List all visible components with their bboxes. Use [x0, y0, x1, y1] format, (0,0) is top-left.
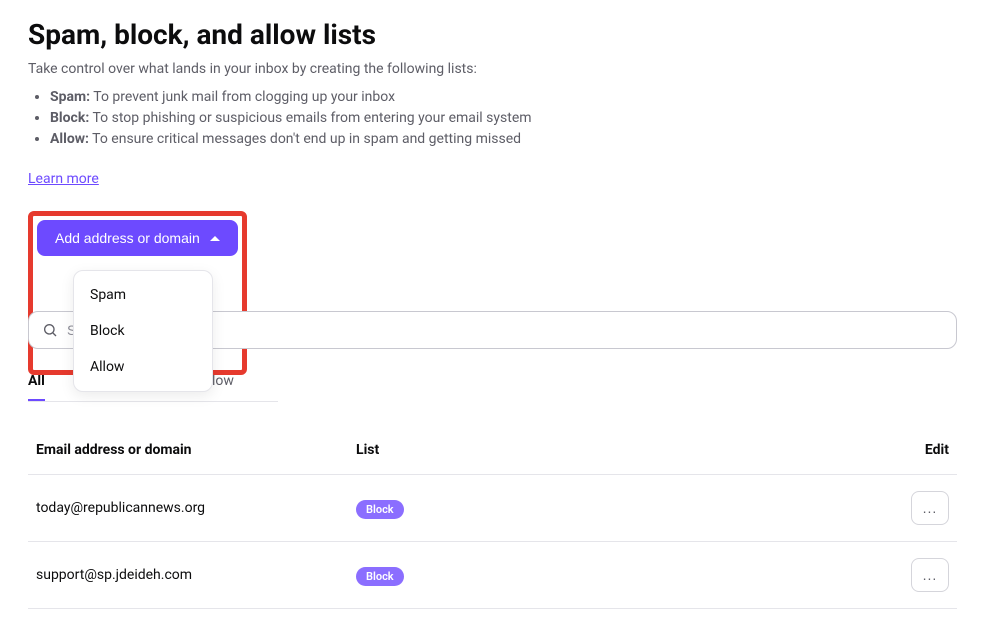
page-title: Spam, block, and allow lists: [28, 18, 957, 51]
search-icon: [42, 322, 58, 338]
learn-more-link[interactable]: Learn more: [28, 171, 99, 187]
edit-button[interactable]: ...: [911, 491, 949, 525]
th-edit: Edit: [869, 442, 949, 458]
td-edit: ...: [869, 491, 949, 525]
dropdown-item-block[interactable]: Block: [74, 313, 212, 349]
definition-block: Block: To stop phishing or suspicious em…: [50, 108, 957, 129]
definition-spam: Spam: To prevent junk mail from clogging…: [50, 87, 957, 108]
add-address-button[interactable]: Add address or domain: [37, 220, 238, 256]
td-list: Block: [356, 565, 869, 586]
definition-desc: To stop phishing or suspicious emails fr…: [89, 110, 531, 126]
th-email: Email address or domain: [36, 442, 356, 458]
caret-up-icon: [210, 236, 220, 241]
definition-term: Spam:: [50, 89, 90, 105]
list-badge: Block: [356, 500, 404, 519]
td-list: Block: [356, 498, 869, 519]
highlight-annotation: Add address or domain Spam Block Allow: [28, 211, 247, 375]
definition-term: Allow:: [50, 131, 89, 147]
list-badge: Block: [356, 567, 404, 586]
add-button-label: Add address or domain: [55, 230, 200, 246]
td-email: today@republicannews.org: [36, 500, 356, 516]
definitions-list: Spam: To prevent junk mail from clogging…: [28, 87, 957, 150]
edit-button[interactable]: ...: [911, 558, 949, 592]
table: Email address or domain List Edit today@…: [28, 426, 957, 609]
page-subtitle: Take control over what lands in your inb…: [28, 61, 957, 77]
definition-desc: To prevent junk mail from clogging up yo…: [90, 89, 395, 105]
add-dropdown: Spam Block Allow: [73, 270, 213, 392]
definition-desc: To ensure critical messages don't end up…: [89, 131, 521, 147]
td-email: support@sp.jdeideh.com: [36, 567, 356, 583]
table-header: Email address or domain List Edit: [28, 426, 957, 475]
table-row: support@sp.jdeideh.com Block ...: [28, 542, 957, 609]
td-edit: ...: [869, 558, 949, 592]
dropdown-item-allow[interactable]: Allow: [74, 349, 212, 385]
definition-allow: Allow: To ensure critical messages don't…: [50, 129, 957, 150]
th-list: List: [356, 442, 869, 458]
dropdown-item-spam[interactable]: Spam: [74, 277, 212, 313]
definition-term: Block:: [50, 110, 89, 126]
table-row: today@republicannews.org Block ...: [28, 475, 957, 542]
